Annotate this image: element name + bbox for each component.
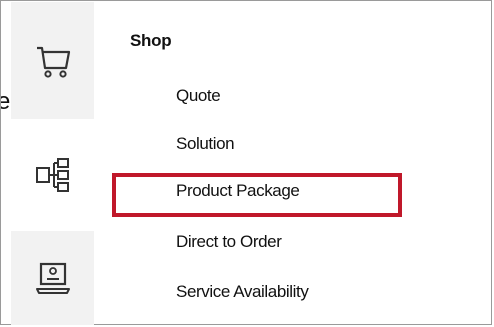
shop-menu: Shop Quote Solution Product Package Dire… (94, 1, 493, 326)
menu-item-service-availability[interactable]: Service Availability (176, 282, 309, 302)
menu-item-direct-to-order[interactable]: Direct to Order (176, 232, 282, 252)
highlight-annotation (112, 173, 402, 217)
icon-rail (11, 2, 94, 325)
hierarchy-icon (33, 155, 73, 195)
rail-section-hierarchy[interactable] (11, 119, 94, 231)
menu-panel: e Shop Quote Solution Product Package Di… (0, 0, 492, 325)
laptop-icon (33, 258, 73, 298)
rail-section-shop[interactable] (11, 2, 94, 119)
cart-icon (33, 41, 73, 81)
rail-section-laptop[interactable] (11, 231, 94, 325)
clipped-text: e (1, 88, 11, 115)
menu-item-solution[interactable]: Solution (176, 134, 235, 154)
menu-title: Shop (130, 31, 172, 50)
menu-item-quote[interactable]: Quote (176, 86, 221, 106)
